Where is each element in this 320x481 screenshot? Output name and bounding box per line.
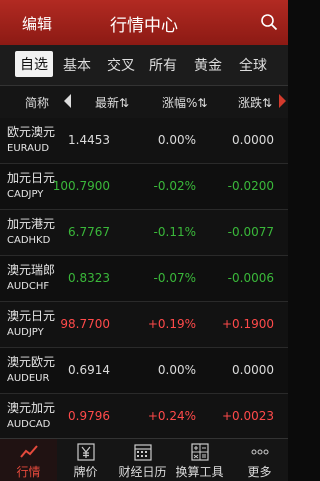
pair-code: AUDJPY [7, 327, 44, 338]
column-header: 简称 最新⇅ 涨幅%⇅ 涨跌⇅ [0, 86, 288, 119]
latest-price: 0.8323 [68, 271, 110, 285]
pair-name: 澳元欧元 [7, 355, 56, 369]
category-tabs: 自选 基本 交叉 所有 黄金 全球 [0, 45, 288, 86]
pair-code: AUDEUR [7, 373, 50, 384]
change-value: -0.0006 [227, 271, 274, 285]
tab-favorites[interactable]: 自选 [15, 51, 53, 77]
pair-name: 澳元日元 [7, 309, 56, 323]
change-percent: +0.19% [147, 317, 196, 331]
latest-price: 0.6914 [68, 363, 110, 377]
tab-all[interactable]: 所有 [149, 55, 177, 75]
nav-label: 牌价 [73, 465, 98, 479]
calculator-icon [190, 443, 209, 461]
nav-calendar[interactable]: 财经日历 [114, 439, 171, 481]
tab-cross[interactable]: 交叉 [107, 55, 135, 75]
quote-row[interactable]: 澳元日元 AUDJPY 98.7700 +0.19% +0.1900 [0, 302, 288, 348]
tab-global[interactable]: 全球 [239, 55, 267, 75]
change-value: +0.0023 [221, 409, 274, 423]
pair-code: AUDCAD [7, 419, 51, 430]
change-value: -0.0077 [227, 225, 274, 239]
latest-price: 0.9796 [68, 409, 110, 423]
pair-code: AUDCHF [7, 281, 50, 292]
pair-code: EURAUD [7, 143, 50, 154]
quote-row[interactable]: 加元港元 CADHKD 6.7767 -0.11% -0.0077 [0, 210, 288, 256]
quote-row[interactable]: 欧元澳元 EURAUD 1.4453 0.00% 0.0000 [0, 118, 288, 164]
latest-price: 1.4453 [68, 133, 110, 147]
latest-price: 98.7700 [60, 317, 110, 331]
change-value: 0.0000 [232, 363, 274, 377]
bottom-nav: 行情 牌价 财经日历 换算工具 更多 [0, 438, 288, 481]
nav-rates[interactable]: 牌价 [57, 439, 114, 481]
change-value: +0.1900 [221, 317, 274, 331]
col-change-pct[interactable]: 涨幅%⇅ [162, 94, 207, 111]
pair-name: 澳元瑞郎 [7, 263, 56, 277]
latest-price: 100.7900 [52, 179, 110, 193]
change-value: -0.0200 [227, 179, 274, 193]
more-icon [251, 449, 268, 455]
change-percent: -0.11% [153, 225, 196, 239]
quote-list: 欧元澳元 EURAUD 1.4453 0.00% 0.0000 加元日元 CADJPY 100… [0, 118, 288, 440]
col-name: 简称 [25, 96, 50, 110]
change-percent: +0.24% [147, 409, 196, 423]
pair-code: CADJPY [7, 189, 44, 200]
yen-icon [76, 443, 95, 461]
quote-row[interactable]: 澳元加元 AUDCAD 0.9796 +0.24% +0.0023 [0, 394, 288, 440]
nav-label: 行情 [16, 465, 41, 479]
pair-name: 加元港元 [7, 217, 56, 231]
edit-button[interactable]: 编辑 [22, 13, 52, 34]
col-change[interactable]: 涨跌⇅ [238, 94, 272, 111]
quote-row[interactable]: 澳元瑞郎 AUDCHF 0.8323 -0.07% -0.0006 [0, 256, 288, 302]
pair-name: 欧元澳元 [7, 125, 56, 139]
pair-name: 澳元加元 [7, 401, 56, 415]
change-percent: 0.00% [157, 133, 196, 147]
nav-quotes[interactable]: 行情 [0, 439, 57, 481]
change-percent: -0.07% [153, 271, 196, 285]
nav-label: 财经日历 [118, 465, 167, 479]
header-bar: 编辑 行情中心 [0, 0, 288, 45]
tab-basic[interactable]: 基本 [63, 55, 91, 75]
scroll-right-icon[interactable] [279, 94, 286, 108]
chart-icon [19, 445, 38, 458]
latest-price: 6.7767 [68, 225, 110, 239]
nav-more[interactable]: 更多 [231, 439, 288, 481]
tab-gold[interactable]: 黄金 [194, 55, 222, 75]
search-icon[interactable] [260, 13, 278, 31]
change-percent: -0.02% [153, 179, 196, 193]
change-percent: 0.00% [157, 363, 196, 377]
nav-label: 更多 [247, 465, 272, 479]
pair-code: CADHKD [7, 235, 51, 246]
scroll-left-icon[interactable] [64, 94, 71, 108]
nav-label: 换算工具 [175, 465, 224, 479]
pair-name: 加元日元 [7, 171, 56, 185]
col-latest[interactable]: 最新⇅ [95, 94, 129, 111]
quote-row[interactable]: 加元日元 CADJPY 100.7900 -0.02% -0.0200 [0, 164, 288, 210]
calendar-icon [133, 444, 152, 461]
nav-converter[interactable]: 换算工具 [171, 439, 228, 481]
quote-row[interactable]: 澳元欧元 AUDEUR 0.6914 0.00% 0.0000 [0, 348, 288, 394]
change-value: 0.0000 [232, 133, 274, 147]
